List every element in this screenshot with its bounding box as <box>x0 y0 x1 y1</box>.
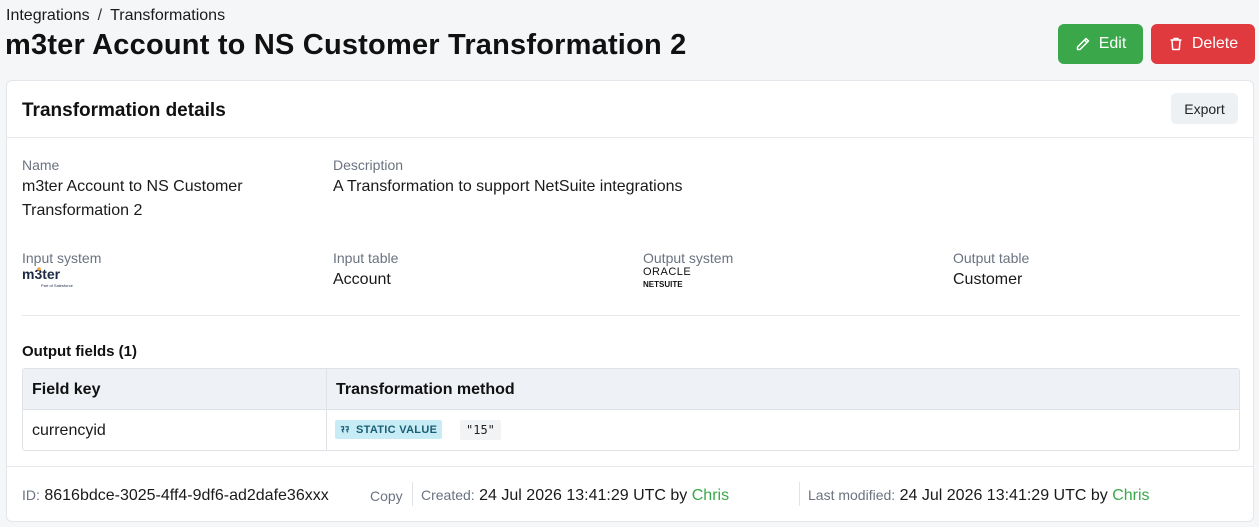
quote-icon <box>340 426 349 433</box>
m3ter-logo-wordmark: m3ter <box>22 266 61 282</box>
m3ter-logo: m3ter Part of Salesforce <box>22 266 74 288</box>
created-info: Created: 24 Jul 2026 13:41:29 UTC by Chr… <box>421 487 729 505</box>
delete-button[interactable]: Delete <box>1151 24 1255 64</box>
edit-button-label: Edit <box>1098 35 1127 52</box>
breadcrumb: Integrations / Transformations <box>6 7 225 25</box>
description-value: A Transformation to support NetSuite int… <box>333 178 683 195</box>
output-fields-table: Field key Transformation method currency… <box>22 368 1240 451</box>
footer-separator <box>799 482 800 506</box>
modified-value: 24 Jul 2026 13:41:29 UTC by <box>899 487 1108 504</box>
breadcrumb-transformations[interactable]: Transformations <box>110 7 225 25</box>
output-fields-title: Output fields (1) <box>22 343 137 360</box>
static-value-badge-label: STATIC VALUE <box>356 423 438 436</box>
footer-divider <box>7 466 1253 467</box>
export-button[interactable]: Export <box>1171 93 1238 124</box>
name-value-line2: Transformation 2 <box>22 202 143 219</box>
breadcrumb-integrations[interactable]: Integrations <box>6 7 90 25</box>
created-value: 24 Jul 2026 13:41:29 UTC by <box>479 487 688 504</box>
oracle-wordmark: ORACLE <box>643 266 691 278</box>
column-header-transformation-method: Transformation method <box>336 381 515 398</box>
column-divider <box>326 369 327 450</box>
modified-by-link[interactable]: Chris <box>1112 487 1149 504</box>
page-title: m3ter Account to NS Customer Transformat… <box>5 29 687 61</box>
breadcrumb-separator: / <box>97 7 103 24</box>
id-value: 8616bdce-3025-4ff4-9df6-ad2dafe36xxx <box>44 487 329 504</box>
modified-info: Last modified: 24 Jul 2026 13:41:29 UTC … <box>808 487 1150 505</box>
column-header-field-key: Field key <box>32 381 101 398</box>
output-table-value: Customer <box>953 271 1023 288</box>
input-table-value: Account <box>333 271 391 288</box>
modified-label: Last modified: <box>808 487 896 503</box>
delete-button-label: Delete <box>1191 35 1239 52</box>
created-by-link[interactable]: Chris <box>692 487 729 504</box>
description-label: Description <box>333 157 404 173</box>
id-info: ID: 8616bdce-3025-4ff4-9df6-ad2dafe36xxx <box>22 487 329 505</box>
input-system-label: Input system <box>22 250 102 266</box>
static-value-badge: STATIC VALUE <box>335 420 443 439</box>
output-table-label: Output table <box>953 250 1030 266</box>
card-header: Transformation details Export <box>7 81 1253 138</box>
footer-separator <box>412 482 413 506</box>
transformation-details-card: Transformation details Export Name m3ter… <box>6 80 1254 522</box>
id-label: ID: <box>22 487 40 503</box>
pencil-icon <box>1076 37 1089 51</box>
field-key-cell: currencyid <box>32 422 106 439</box>
static-value-code: "15" <box>460 420 501 440</box>
input-table-label: Input table <box>333 250 399 266</box>
output-system-label: Output system <box>643 250 734 266</box>
m3ter-logo-tagline: Part of Salesforce <box>41 283 74 288</box>
name-label: Name <box>22 157 60 173</box>
created-label: Created: <box>421 487 475 503</box>
name-value-line1: m3ter Account to NS Customer <box>22 178 243 195</box>
edit-button[interactable]: Edit <box>1058 24 1143 64</box>
table-header: Field key Transformation method <box>23 369 1239 410</box>
netsuite-wordmark: NETSUITE <box>643 280 683 289</box>
copy-id-button[interactable]: Copy <box>370 488 403 504</box>
oracle-netsuite-logo: ORACLE NETSUITE <box>643 266 691 289</box>
trash-icon <box>1170 37 1182 51</box>
card-title: Transformation details <box>22 100 226 121</box>
section-divider <box>22 315 1240 316</box>
